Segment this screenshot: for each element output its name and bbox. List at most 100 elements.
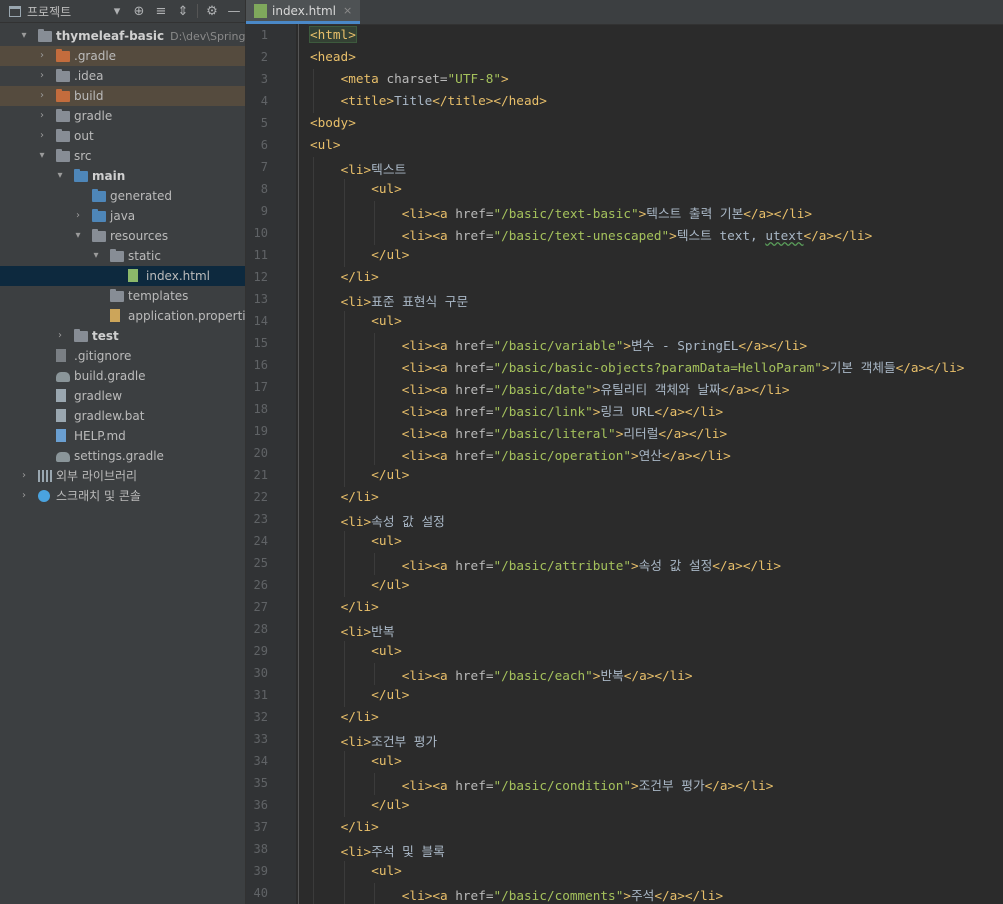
tree-item[interactable]: ▾ resources (0, 226, 245, 246)
expand-all-icon[interactable]: ≡ (150, 4, 172, 19)
chevron-right-icon[interactable]: › (18, 486, 30, 506)
tree-item[interactable]: ▾ src (0, 146, 245, 166)
close-tab-icon[interactable]: × (343, 4, 352, 17)
code-token: 리터럴 (623, 426, 659, 441)
code-line[interactable]: <title>Title</title></head> (341, 93, 547, 108)
code-line[interactable]: <li>텍스트 (341, 159, 407, 178)
code-line[interactable]: <li><a href="/basic/basic-objects?paramD… (402, 357, 965, 376)
code-line[interactable]: <li><a href="/basic/text-unescaped">텍스트 … (402, 225, 872, 244)
tree-item[interactable]: gradlew (0, 386, 245, 406)
chevron-down-icon[interactable]: ▾ (36, 146, 48, 166)
tree-item[interactable]: ▾ static (0, 246, 245, 266)
code-line[interactable]: </ul> (371, 467, 409, 482)
code-line[interactable]: <li>반복 (341, 621, 395, 640)
code-line[interactable]: <li><a href="/basic/comments">주석</a></li… (402, 885, 723, 904)
code-line[interactable]: <ul> (371, 313, 402, 328)
code-line[interactable]: <li><a href="/basic/attribute">속성 값 설정</… (402, 555, 781, 574)
chevron-right-icon[interactable]: › (36, 126, 48, 146)
code-line[interactable]: <ul> (371, 863, 402, 878)
chevron-down-icon[interactable]: ▾ (90, 246, 102, 266)
code-line[interactable]: <li><a href="/basic/date">유틸리티 객체와 날짜</a… (402, 379, 790, 398)
code-line[interactable]: <li><a href="/basic/condition">조건부 평가</a… (402, 775, 774, 794)
code-line[interactable]: <li><a href="/basic/literal">리터럴</a></li… (402, 423, 727, 442)
tree-item[interactable]: .gitignore (0, 346, 245, 366)
tree-item[interactable]: › 스크래치 및 콘솔 (0, 486, 245, 506)
tree-item[interactable]: ▾ thymeleaf-basicD:\dev\Spring\4\ (0, 26, 245, 46)
code-line[interactable]: <ul> (371, 643, 402, 658)
code-line[interactable]: </li> (341, 599, 379, 614)
code-line[interactable]: <ul> (371, 533, 402, 548)
code-line[interactable]: <html> (309, 26, 357, 43)
code-line[interactable]: </li> (341, 489, 379, 504)
tree-item[interactable]: templates (0, 286, 245, 306)
code-token: <li> (340, 162, 372, 177)
code-token: "/basic/condition" (493, 778, 631, 793)
code-line[interactable]: <body> (310, 115, 356, 130)
chevron-right-icon[interactable]: › (36, 86, 48, 106)
indent-guide (343, 641, 345, 663)
indent-guide (313, 751, 314, 773)
dropdown-chevron-icon[interactable]: ▾ (106, 4, 128, 19)
code-line[interactable]: </ul> (371, 247, 409, 262)
code-area[interactable]: 1 <html> 2 <head> 3 <meta charset="UTF-8"> 4 <t… (246, 24, 1003, 904)
tab-index-html[interactable]: index.html × (246, 0, 361, 24)
tree-item[interactable]: gradlew.bat (0, 406, 245, 426)
code-line[interactable]: <li><a href="/basic/text-basic">텍스트 출력 기… (402, 203, 812, 222)
code-line[interactable]: <li><a href="/basic/variable">변수 - Sprin… (402, 335, 807, 354)
gear-icon[interactable]: ⚙ (201, 4, 223, 19)
code-line[interactable]: </ul> (371, 797, 409, 812)
tree-item[interactable]: › .gradle (0, 46, 245, 66)
tree-item[interactable]: HELP.md (0, 426, 245, 446)
code-line[interactable]: <meta charset="UTF-8"> (341, 71, 509, 86)
code-token: href= (455, 338, 494, 353)
code-line[interactable]: </li> (341, 819, 379, 834)
tree-item[interactable]: › test (0, 326, 245, 346)
code-line[interactable]: </ul> (371, 687, 409, 702)
minimize-icon[interactable]: — (223, 4, 245, 19)
code-line[interactable]: <head> (310, 49, 356, 64)
tree-item[interactable]: › .idea (0, 66, 245, 86)
chevron-right-icon[interactable]: › (36, 66, 48, 86)
chevron-right-icon[interactable]: › (36, 46, 48, 66)
code-line[interactable]: <ul> (310, 137, 341, 152)
chevron-down-icon[interactable]: ▾ (54, 166, 66, 186)
collapse-all-icon[interactable]: ⇕ (172, 4, 194, 19)
code-line[interactable]: </li> (341, 269, 379, 284)
tree-item[interactable]: › java (0, 206, 245, 226)
chevron-down-icon[interactable]: ▾ (72, 226, 84, 246)
line-number: 18 (253, 402, 268, 416)
tree-item[interactable]: › build (0, 86, 245, 106)
code-token: href= (455, 206, 494, 221)
code-line[interactable]: <li><a href="/basic/link">링크 URL</a></li… (402, 401, 723, 420)
tree-item[interactable]: ▾ main (0, 166, 245, 186)
indent-guide (343, 377, 345, 399)
code-line[interactable]: </ul> (371, 577, 409, 592)
indent-guide (343, 663, 345, 685)
tree-item[interactable]: build.gradle (0, 366, 245, 386)
code-line[interactable]: </li> (341, 709, 379, 724)
properties-file-icon (110, 309, 120, 322)
code-token: </a></li> (712, 558, 782, 573)
tree-item[interactable]: index.html (0, 266, 245, 286)
code-line[interactable]: <li>주석 및 블록 (341, 841, 445, 860)
chevron-right-icon[interactable]: › (36, 106, 48, 126)
tree-item[interactable]: › 외부 라이브러리 (0, 466, 245, 486)
code-line[interactable]: <li><a href="/basic/operation">연산</a></l… (402, 445, 731, 464)
code-line[interactable]: <li><a href="/basic/each">반복</a></li> (402, 665, 693, 684)
chevron-right-icon[interactable]: › (18, 466, 30, 486)
tree-item[interactable]: › gradle (0, 106, 245, 126)
code-line[interactable]: <ul> (371, 753, 402, 768)
tree-item[interactable]: settings.gradle (0, 446, 245, 466)
project-panel-title[interactable]: 프로젝트 (27, 3, 71, 20)
chevron-right-icon[interactable]: › (54, 326, 66, 346)
locate-icon[interactable]: ⊕ (128, 4, 150, 19)
code-line[interactable]: <li>조건부 평가 (341, 731, 438, 750)
tree-item[interactable]: application.properties (0, 306, 245, 326)
chevron-down-icon[interactable]: ▾ (18, 26, 30, 46)
tree-item[interactable]: generated (0, 186, 245, 206)
code-line[interactable]: <li>속성 값 설정 (341, 511, 445, 530)
tree-item[interactable]: › out (0, 126, 245, 146)
code-line[interactable]: <li>표준 표현식 구문 (341, 291, 469, 310)
code-line[interactable]: <ul> (371, 181, 402, 196)
chevron-right-icon[interactable]: › (72, 206, 84, 226)
